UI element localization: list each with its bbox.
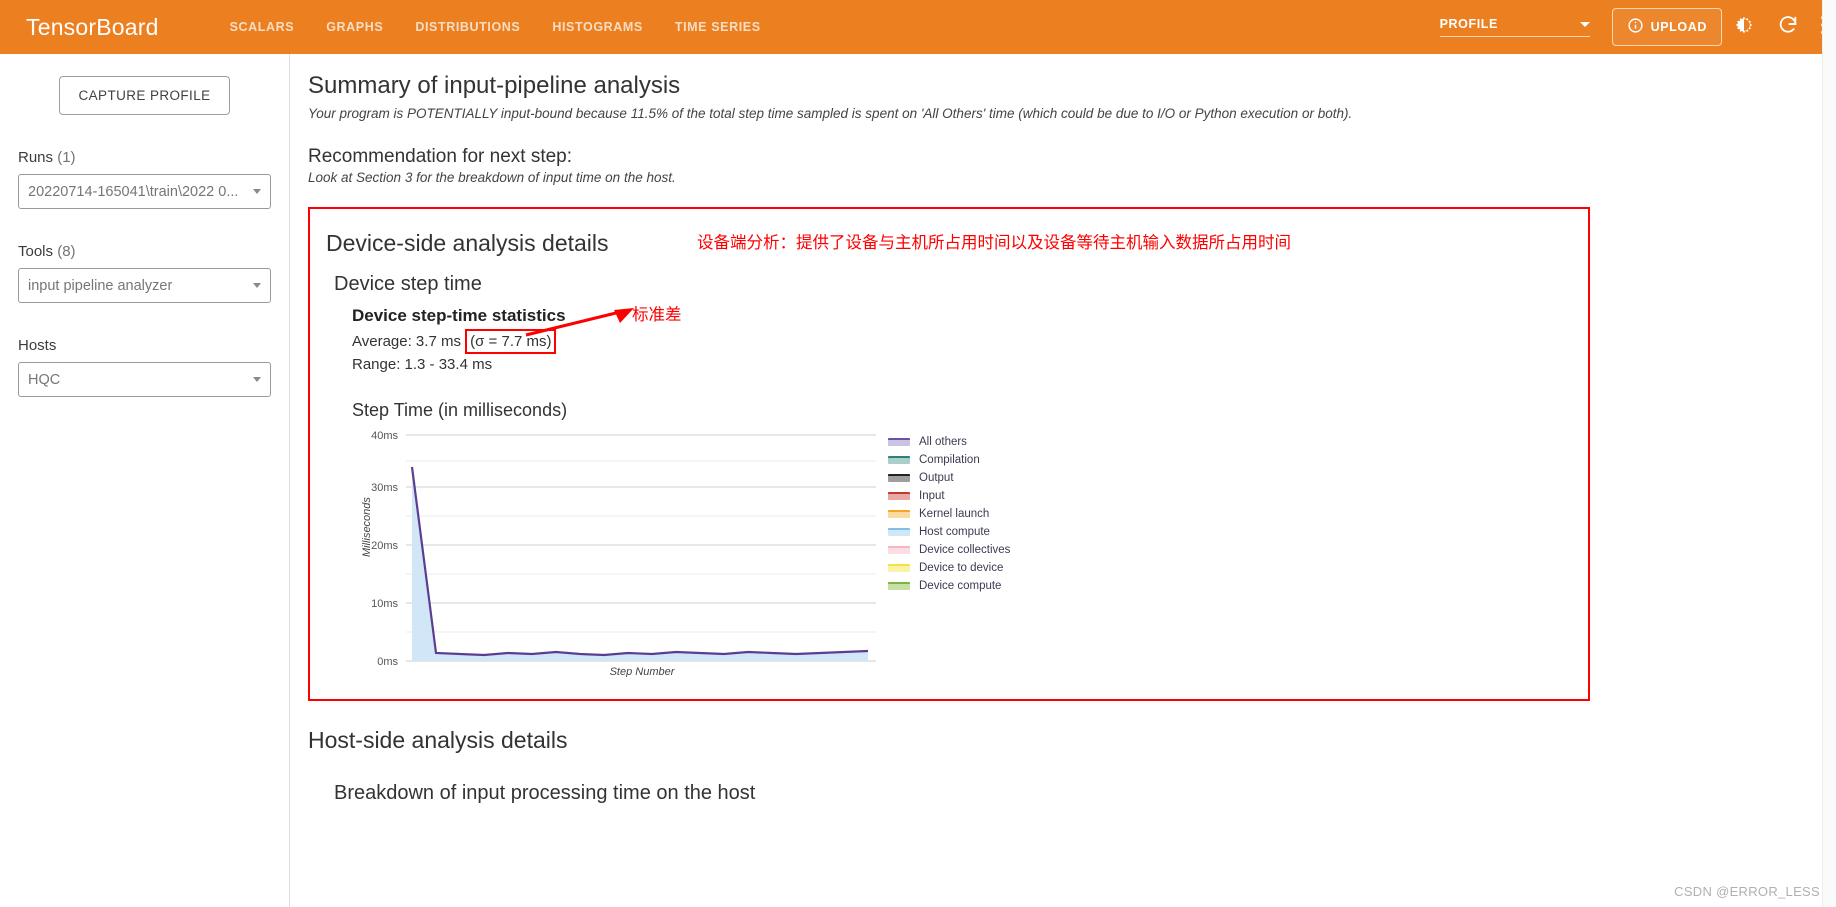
legend-label-all-others: All others xyxy=(919,436,967,448)
hosts-label: Hosts xyxy=(18,337,271,354)
legend-swatch-output xyxy=(888,474,910,482)
average-value: Average: 3.7 ms xyxy=(352,332,466,350)
hosts-select-value: HQC xyxy=(28,371,61,388)
header-actions: PROFILE UPLOAD xyxy=(1439,0,1836,54)
nav-item-distributions[interactable]: DISTRIBUTIONS xyxy=(399,20,536,34)
legend-label-output: Output xyxy=(919,472,954,484)
legend-swatch-compilation xyxy=(888,456,910,464)
info-icon xyxy=(1627,17,1644,37)
plugin-nav: SCALARS GRAPHS DISTRIBUTIONS HISTOGRAMS … xyxy=(214,20,777,34)
y-axis-label: Milliseconds xyxy=(361,497,373,557)
annotation-arrow xyxy=(525,307,634,336)
runs-select[interactable]: 20220714-165041\train\2022 0... xyxy=(18,174,271,209)
summary-note: Your program is POTENTIALLY input-bound … xyxy=(308,106,1353,121)
runs-label-text: Runs xyxy=(18,149,54,166)
refresh-button[interactable] xyxy=(1766,0,1810,54)
watermark: CSDN @ERROR_LESS xyxy=(1674,884,1820,899)
legend-label-device-to-device: Device to device xyxy=(919,562,1004,574)
chart-line-all-others xyxy=(410,466,869,657)
runs-count: (1) xyxy=(57,149,76,166)
legend-swatch-host-compute xyxy=(888,528,910,536)
chart-legend: All others Compilation Output Input Kern… xyxy=(888,433,1010,595)
chevron-down-icon xyxy=(253,377,261,382)
summary-title: Summary of input-pipeline analysis xyxy=(308,72,681,99)
legend-swatch-device-to-device xyxy=(888,564,910,572)
device-section-title: Device-side analysis details xyxy=(326,229,609,256)
legend-swatch-device-compute xyxy=(888,582,910,590)
host-section-title: Host-side analysis details xyxy=(308,727,568,753)
nav-item-scalars[interactable]: SCALARS xyxy=(214,20,311,34)
tools-select-value: input pipeline analyzer xyxy=(28,277,173,294)
main-content: Summary of input-pipeline analysis Your … xyxy=(290,54,1836,907)
page-body: CAPTURE PROFILE Runs (1) 20220714-165041… xyxy=(0,0,1836,907)
legend-item[interactable]: Device to device xyxy=(888,559,1010,577)
y-tick-20ms: 20ms xyxy=(371,540,398,552)
tools-select[interactable]: input pipeline analyzer xyxy=(18,268,271,303)
chart-title: Step Time (in milliseconds) xyxy=(352,400,568,420)
chevron-down-icon xyxy=(253,189,261,194)
nav-item-time-series[interactable]: TIME SERIES xyxy=(659,20,777,34)
legend-swatch-input xyxy=(888,492,910,500)
legend-item[interactable]: Device compute xyxy=(888,577,1010,595)
vertical-scrollbar[interactable] xyxy=(1822,0,1836,907)
legend-item[interactable]: Device collectives xyxy=(888,541,1010,559)
legend-swatch-device-collectives xyxy=(888,546,910,554)
annotation-sigma-label: 标准差 xyxy=(632,304,682,324)
legend-item[interactable]: Host compute xyxy=(888,523,1010,541)
legend-item[interactable]: All others xyxy=(888,433,1010,451)
legend-swatch-kernel-launch xyxy=(888,510,910,518)
sidebar: CAPTURE PROFILE Runs (1) 20220714-165041… xyxy=(0,54,290,907)
runs-label: Runs (1) xyxy=(18,149,271,166)
legend-swatch-all-others xyxy=(888,438,910,446)
step-time-chart-svg: 40ms 30ms 20ms 10ms 0ms Milliseconds Ste… xyxy=(361,430,876,678)
device-side-analysis-section: Device-side analysis details 设备端分析：提供了设备… xyxy=(308,206,1590,701)
major-gridlines xyxy=(406,434,876,662)
tools-label-text: Tools xyxy=(18,243,54,260)
step-time-chart: 40ms 30ms 20ms 10ms 0ms Milliseconds Ste… xyxy=(352,427,1588,678)
y-tick-10ms: 10ms xyxy=(371,598,398,610)
legend-label-kernel-launch: Kernel launch xyxy=(919,508,990,520)
x-axis-label: Step Number xyxy=(610,666,676,677)
nav-item-graphs[interactable]: GRAPHS xyxy=(310,20,399,34)
legend-label-host-compute: Host compute xyxy=(919,526,990,538)
active-plugin-label: PROFILE xyxy=(1439,17,1498,31)
y-tick-40ms: 40ms xyxy=(371,430,398,442)
recommendation-note: Look at Section 3 for the breakdown of i… xyxy=(308,170,676,186)
app-header: TensorBoard SCALARS GRAPHS DISTRIBUTIONS… xyxy=(0,0,1836,54)
upload-button-label: UPLOAD xyxy=(1650,20,1707,34)
legend-label-device-compute: Device compute xyxy=(919,580,1002,592)
chevron-down-icon xyxy=(1579,22,1590,27)
upload-button[interactable]: UPLOAD xyxy=(1611,8,1722,46)
brightness-toggle-button[interactable] xyxy=(1722,0,1766,54)
refresh-icon xyxy=(1777,14,1799,41)
chevron-down-icon xyxy=(253,283,261,288)
runs-select-value: 20220714-165041\train\2022 0... xyxy=(28,183,239,200)
device-header-row: Device-side analysis details 设备端分析：提供了设备… xyxy=(326,229,1588,257)
legend-label-device-collectives: Device collectives xyxy=(919,544,1011,556)
y-tick-0ms: 0ms xyxy=(377,656,398,668)
legend-label-input: Input xyxy=(919,490,945,502)
hosts-select[interactable]: HQC xyxy=(18,362,271,397)
nav-item-histograms[interactable]: HISTOGRAMS xyxy=(536,20,659,34)
tools-label: Tools (8) xyxy=(18,243,271,260)
y-tick-30ms: 30ms xyxy=(371,482,398,494)
legend-item[interactable]: Kernel launch xyxy=(888,505,1010,523)
active-plugin-select[interactable]: PROFILE xyxy=(1439,17,1590,37)
legend-item[interactable]: Compilation xyxy=(888,451,1010,469)
capture-profile-button[interactable]: CAPTURE PROFILE xyxy=(59,76,230,115)
legend-item[interactable]: Input xyxy=(888,487,1010,505)
legend-item[interactable]: Output xyxy=(888,469,1010,487)
device-step-time-title: Device step time xyxy=(334,272,482,295)
brightness-icon xyxy=(1733,14,1755,41)
hosts-label-text: Hosts xyxy=(18,337,57,354)
legend-label-compilation: Compilation xyxy=(919,454,980,466)
annotation-device-side: 设备端分析：提供了设备与主机所占用时间以及设备等待主机输入数据所占用时间 xyxy=(696,232,1291,252)
breakdown-title: Breakdown of input processing time on th… xyxy=(334,782,756,804)
app-title: TensorBoard xyxy=(26,13,159,40)
tools-count: (8) xyxy=(57,243,76,260)
recommendation-title: Recommendation for next step: xyxy=(308,146,573,168)
range-stat: Range: 1.3 - 33.4 ms xyxy=(352,356,493,374)
